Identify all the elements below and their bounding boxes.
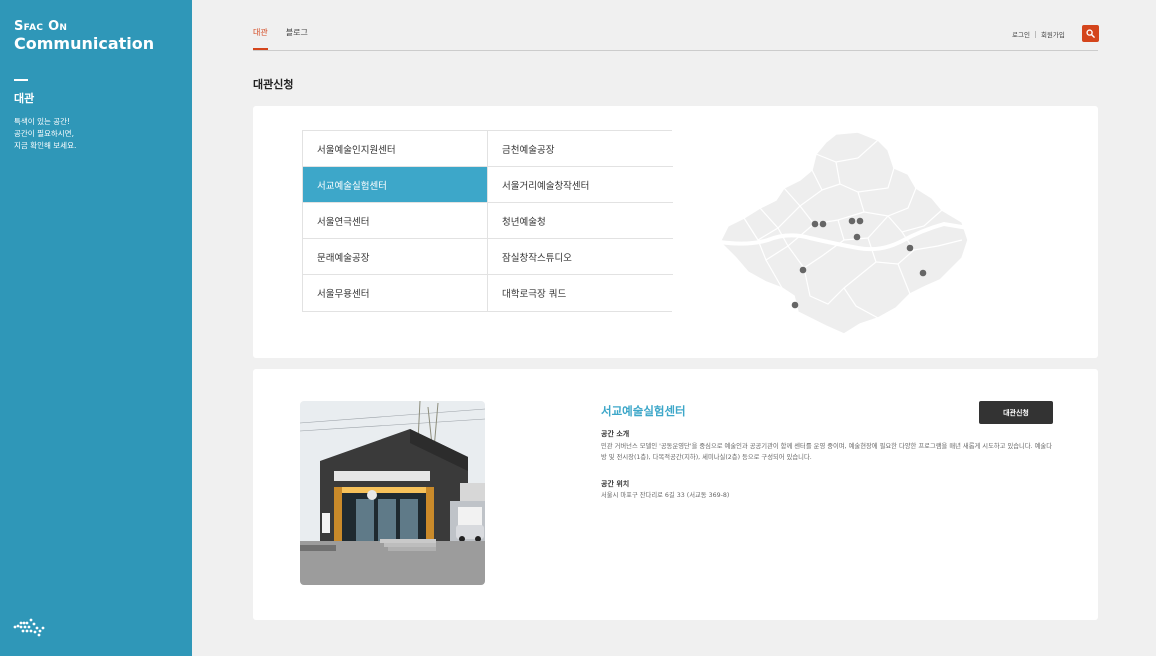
venue-item[interactable]: 서울무용센터	[303, 275, 488, 311]
section-divider	[14, 79, 28, 81]
search-icon	[1086, 29, 1095, 38]
header-divider	[253, 50, 1098, 51]
signup-link[interactable]: 회원가입	[1041, 29, 1065, 39]
venue-marker[interactable]	[853, 233, 861, 241]
venue-marker[interactable]	[856, 217, 864, 225]
venue-marker[interactable]	[799, 266, 807, 274]
venue-photo	[300, 401, 485, 585]
brand-logo[interactable]: Sfac On Communication	[14, 20, 154, 52]
tab-blog[interactable]: 블로그	[286, 27, 308, 50]
brand-line2: Communication	[14, 33, 155, 53]
intro-label: 공간 소개	[601, 430, 630, 438]
location-label: 공간 위치	[601, 480, 630, 488]
venue-item[interactable]: 금천예술공장	[488, 131, 673, 167]
venue-marker[interactable]	[848, 217, 856, 225]
venue-selector-panel: 서울예술인지원센터 금천예술공장 서교예술실험센터 서울거리예술창작센터 서울연…	[253, 106, 1098, 358]
venue-marker[interactable]	[791, 301, 799, 309]
sidebar-description: 특색이 있는 공간! 공간이 필요하시면, 지금 확인해 보세요.	[14, 117, 77, 150]
brand-line1: Sfac On	[14, 19, 68, 34]
sidebar: Sfac On Communication 대관 특색이 있는 공간! 공간이 …	[0, 0, 192, 656]
venue-marker[interactable]	[906, 244, 914, 252]
intro-text: 민관 거버넌스 모델인 '공동운영단'을 중심으로 예술인과 공공기관이 함께 …	[601, 443, 1053, 461]
foundation-logo[interactable]	[11, 617, 47, 637]
login-link[interactable]: 로그인	[1012, 29, 1030, 39]
venue-marker[interactable]	[811, 220, 819, 228]
seoul-map	[719, 131, 969, 335]
venue-item[interactable]: 서울예술인지원센터	[303, 131, 488, 167]
page-title: 대관신청	[253, 78, 294, 91]
address-text: 서울시 마포구 잔다리로 6길 33 (서교동 369-8)	[601, 492, 730, 499]
venue-item[interactable]: 서울거리예술창작센터	[488, 167, 673, 203]
venue-item-selected[interactable]: 서교예술실험센터	[303, 167, 488, 203]
venue-item[interactable]: 대학로극장 쿼드	[488, 275, 673, 311]
util-separator	[1034, 30, 1036, 38]
main-nav: 대관 블로그	[253, 27, 308, 50]
search-button[interactable]	[1082, 25, 1099, 42]
venue-item[interactable]: 문래예술공장	[303, 239, 488, 275]
venue-name: 서교예술실험센터	[601, 404, 686, 418]
venue-item[interactable]: 잠실창작스튜디오	[488, 239, 673, 275]
sidebar-section-title: 대관	[14, 92, 35, 105]
venue-detail-panel: 서교예술실험센터 대관신청 공간 소개 민관 거버넌스 모델인 '공동운영단'을…	[253, 369, 1098, 620]
user-menu: 로그인 회원가입	[1012, 29, 1065, 39]
seoul-map-outline	[719, 131, 969, 335]
tab-rental[interactable]: 대관	[253, 27, 268, 50]
venue-item[interactable]: 청년예술청	[488, 203, 673, 239]
venue-marker[interactable]	[819, 220, 827, 228]
venue-list: 서울예술인지원센터 금천예술공장 서교예술실험센터 서울거리예술창작센터 서울연…	[302, 130, 673, 312]
apply-button[interactable]: 대관신청	[979, 401, 1053, 424]
venue-item[interactable]: 서울연극센터	[303, 203, 488, 239]
venue-marker[interactable]	[919, 269, 927, 277]
